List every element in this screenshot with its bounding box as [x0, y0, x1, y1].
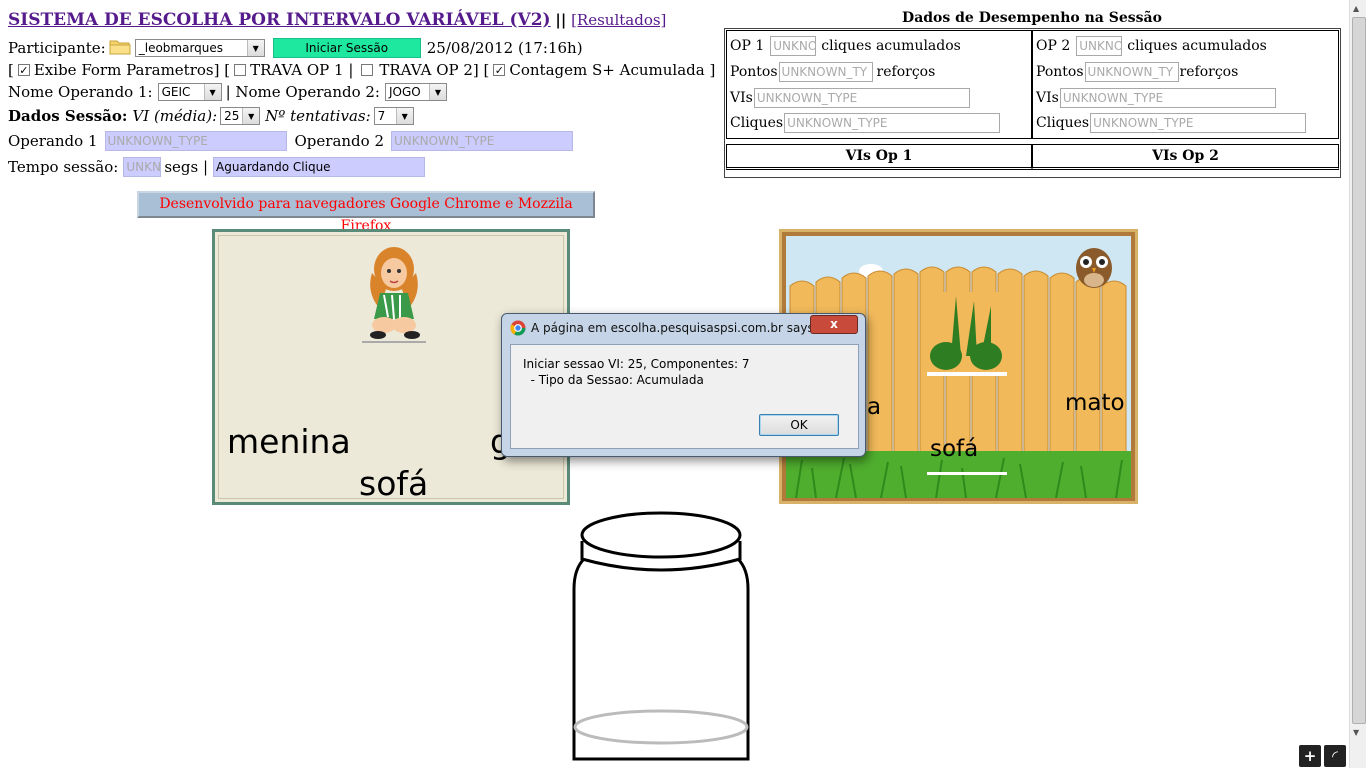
operand-names-row: Nome Operando 1: GEIC ▼ | Nome Operando … [8, 83, 447, 101]
op1-cliques-label: Cliques [730, 115, 784, 131]
participant-row: Participante: _leobmarques ▼ Iniciar Ses… [8, 37, 583, 59]
op2-name-label: | Nome Operando 2: [225, 83, 380, 101]
op2-clicks-field[interactable]: UNKNO [1076, 36, 1123, 56]
trava-op1-label: TRAVA OP 1 | [250, 61, 354, 79]
op1-pontos-label: Pontos [730, 64, 778, 80]
dialog-ok-button[interactable]: OK [759, 414, 839, 436]
exibe-form-label: Exibe Form Parametros] [ [33, 61, 231, 79]
op1-cliques-field[interactable]: UNKNOWN_TYPE [784, 113, 1001, 133]
op1-name-select[interactable]: GEIC ▼ [157, 83, 222, 101]
session-datetime: 25/08/2012 (17:16h) [426, 39, 583, 57]
op2-stats-box: OP 2 UNKNO cliques acumulados Pontos UNK… [1032, 30, 1339, 139]
op2-cliques-label: Cliques [1036, 115, 1090, 131]
operand1-label: Operando 1 [8, 132, 98, 150]
op2-name-select[interactable]: JOGO ▼ [384, 83, 447, 101]
operand2-field[interactable]: UNKNOWN_TYPE [391, 131, 573, 151]
chevron-down-icon: ▼ [246, 40, 264, 56]
secs-label: segs | [164, 158, 209, 176]
chevron-down-icon: ▼ [242, 108, 260, 124]
vi-label: VI (média): [132, 107, 218, 125]
participant-select[interactable]: _leobmarques ▼ [134, 39, 265, 57]
op1-clicks-field[interactable]: UNKNO [770, 36, 817, 56]
vis-op1-header: VIs Op 1 [726, 144, 1032, 170]
time-row: Tempo sessão: UNKN segs | Aguardando Cli… [8, 157, 426, 177]
dialog-title: A página em escolha.pesquisaspsi.com.br … [531, 321, 818, 335]
operands-row: Operando 1 UNKNOWN_TYPE Operando 2 UNKNO… [8, 131, 573, 151]
op2-cliques-field[interactable]: UNKNOWN_TYPE [1090, 113, 1307, 133]
bracket-text: [ [8, 61, 14, 79]
op1-label: OP 1 [730, 38, 765, 54]
jar-icon[interactable] [570, 505, 754, 768]
vis-op2-header: VIs Op 2 [1032, 144, 1339, 170]
options-row: [ ✓ Exibe Form Parametros] [ TRAVA OP 1 … [8, 61, 715, 79]
right-word-3[interactable]: a [867, 394, 881, 420]
dialog-body: Iniciar sessao VI: 25, Componentes: 7 - … [510, 344, 859, 449]
results-link[interactable]: [Resultados] [571, 11, 666, 29]
chevron-down-icon: ▼ [203, 84, 221, 100]
tries-label: Nº tentativas: [265, 107, 371, 125]
dialog-message-line1: Iniciar sessao VI: 25, Componentes: 7 [523, 357, 750, 371]
vi-select[interactable]: 25 ▼ [220, 107, 261, 125]
header: SISTEMA DE ESCOLHA POR INTERVALO VARIÁVE… [8, 10, 666, 30]
alert-dialog: A página em escolha.pesquisaspsi.com.br … [501, 313, 866, 457]
scrollbar-thumb[interactable] [1352, 17, 1366, 724]
op1-name-label: Nome Operando 1: [8, 83, 153, 101]
session-time-field[interactable]: UNKN [123, 157, 162, 177]
page-title-link[interactable]: SISTEMA DE ESCOLHA POR INTERVALO VARIÁVE… [8, 10, 551, 30]
op1-stats-box: OP 1 UNKNO cliques acumulados Pontos UNK… [726, 30, 1032, 139]
chevron-down-icon: ▼ [428, 84, 446, 100]
op2-name-value: JOGO [388, 85, 421, 99]
scroll-down-icon[interactable]: ▼ [1353, 728, 1359, 737]
zoom-plus-button[interactable]: + [1299, 745, 1321, 767]
exibe-form-checkbox[interactable]: ✓ [17, 64, 30, 77]
op2-pontos-field[interactable]: UNKNOWN_TY [1084, 62, 1179, 82]
op1-vis-label: VIs [730, 90, 753, 106]
trava-op2-checkbox[interactable] [361, 64, 374, 76]
right-word-2[interactable]: sofá [930, 436, 978, 462]
left-word-2[interactable]: sofá [359, 464, 428, 503]
op1-vis-field[interactable]: UNKNOWN_TYPE [753, 88, 970, 108]
time-label: Tempo sessão: [8, 158, 119, 176]
dialog-close-button[interactable]: x [810, 315, 858, 334]
left-word-1[interactable]: menina [227, 422, 351, 461]
session-data-row: Dados Sessão: VI (média): 25 ▼ Nº tentat… [8, 107, 414, 125]
session-data-label: Dados Sessão: [8, 107, 128, 125]
op2-label: OP 2 [1036, 38, 1071, 54]
title-separator: || [555, 11, 567, 29]
contagem-checkbox[interactable]: ✓ [493, 64, 506, 77]
op2-reforcos-text: reforços [1179, 64, 1239, 80]
tries-select[interactable]: 7 ▼ [373, 107, 414, 125]
op2-clicks-text: cliques acumulados [1127, 38, 1267, 54]
contagem-label: Contagem S+ Acumulada ] [509, 61, 716, 79]
folder-icon[interactable] [109, 37, 131, 59]
dialog-message-line2: - Tipo da Sessao: Acumulada [523, 373, 704, 387]
right-word-1[interactable]: mato [1065, 390, 1125, 416]
trava-op2-label: TRAVA OP 2] [ [379, 61, 490, 79]
vi-value: 25 [224, 109, 240, 123]
op2-vis-label: VIs [1036, 90, 1059, 106]
girl-illustration-icon [362, 247, 426, 343]
performance-title: Dados de Desempenho na Sessão [902, 10, 1162, 26]
status-field[interactable]: Aguardando Clique [213, 157, 426, 177]
participant-select-value: _leobmarques [138, 41, 224, 55]
trava-op1-checkbox[interactable] [234, 64, 247, 76]
op2-pontos-label: Pontos [1036, 64, 1084, 80]
chevron-down-icon: ▼ [395, 108, 413, 124]
vertical-scrollbar[interactable]: ▲ ▼ [1349, 0, 1366, 768]
start-session-button[interactable]: Iniciar Sessão [272, 38, 421, 58]
op2-vis-field[interactable]: UNKNOWN_TYPE [1059, 88, 1276, 108]
tries-value: 7 [377, 109, 386, 123]
corner-action-button[interactable]: ◜ [1324, 745, 1346, 767]
op1-name-value: GEIC [161, 85, 191, 99]
op1-clicks-text: cliques acumulados [821, 38, 961, 54]
op1-reforcos-text: reforços [876, 64, 936, 80]
participant-label: Participante: [8, 39, 106, 57]
browser-note-banner: Desenvolvido para navegadores Google Chr… [137, 191, 595, 234]
scroll-up-icon[interactable]: ▲ [1353, 4, 1359, 13]
chrome-icon [510, 320, 526, 336]
operand2-label: Operando 2 [294, 132, 385, 150]
operand1-field[interactable]: UNKNOWN_TYPE [104, 131, 287, 151]
op1-pontos-field[interactable]: UNKNOWN_TY [778, 62, 873, 82]
